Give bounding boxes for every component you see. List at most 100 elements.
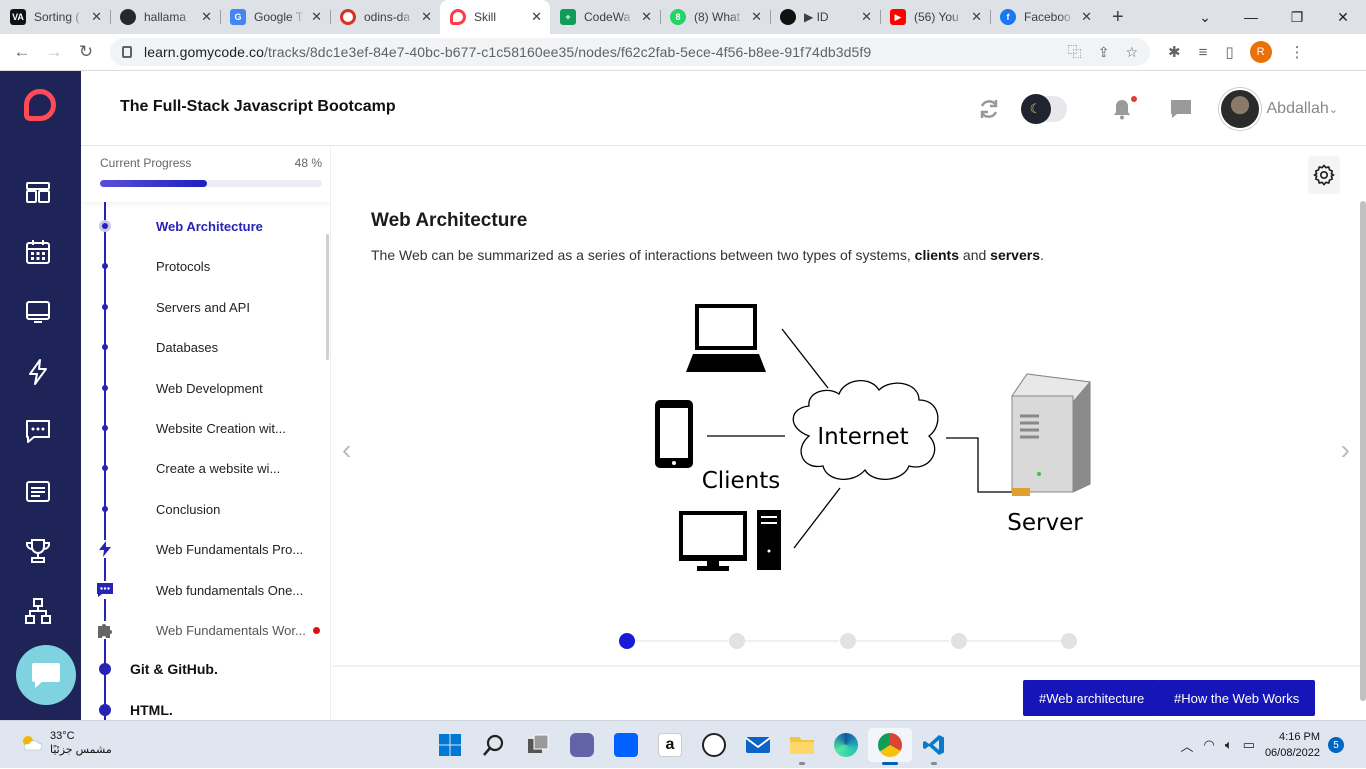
sidebar-item-conclusion[interactable]: Conclusion (81, 489, 321, 529)
reload-icon[interactable]: ↻ (70, 42, 102, 62)
volume-icon[interactable]: 🔈︎ (1225, 737, 1233, 753)
step-5[interactable] (1061, 633, 1077, 649)
step-1[interactable] (619, 633, 635, 649)
lock-icon[interactable] (122, 46, 132, 58)
close-tab-icon[interactable]: ✕ (861, 9, 872, 25)
sidebar-item-website-creation[interactable]: Website Creation wit... (81, 408, 321, 448)
app-button[interactable] (692, 728, 736, 762)
start-button[interactable] (428, 728, 472, 762)
media-controls-icon[interactable]: ≡ (1199, 44, 1208, 61)
sidebar-item-protocols[interactable]: Protocols (81, 246, 321, 286)
support-chat-button[interactable] (16, 645, 76, 705)
close-tab-icon[interactable]: ✕ (1081, 9, 1092, 25)
minimize-button[interactable]: — (1228, 9, 1274, 25)
lightning-icon[interactable] (24, 358, 52, 386)
section-git-github[interactable]: Git & GitHub. (81, 651, 321, 687)
browser-tab[interactable]: VA Sorting ( ✕ (0, 0, 110, 34)
sidebar-scrollbar[interactable] (326, 234, 329, 360)
calendar-icon[interactable] (24, 238, 52, 266)
close-tab-icon[interactable]: ✕ (91, 9, 102, 25)
profile-avatar[interactable]: R (1250, 41, 1272, 63)
url-field[interactable]: learn.gomycode.co/tracks/8dc1e3ef-84e7-4… (110, 38, 1150, 66)
mail-button[interactable] (736, 728, 780, 762)
bookmark-star-icon[interactable]: ☆ (1125, 44, 1138, 61)
forward-icon[interactable]: → (38, 42, 70, 62)
share-icon[interactable]: ⇪ (1098, 44, 1110, 61)
step-2[interactable] (729, 633, 745, 649)
translate-icon[interactable]: ⿻ (1068, 42, 1082, 62)
sidebar-item-web-development[interactable]: Web Development (81, 368, 321, 408)
section-html[interactable]: HTML. (81, 692, 321, 720)
gomycode-logo-icon[interactable] (24, 89, 56, 121)
sidebar-item-databases[interactable]: Databases (81, 327, 321, 367)
step-4[interactable] (951, 633, 967, 649)
refresh-icon[interactable] (977, 97, 1001, 121)
task-view-button[interactable] (516, 728, 560, 762)
chat-icon[interactable] (24, 417, 52, 445)
url-text[interactable]: learn.gomycode.co/tracks/8dc1e3ef-84e7-4… (144, 44, 1052, 60)
sidebar-item-web-fundamentals-one[interactable]: Web fundamentals One... (81, 570, 321, 610)
dropbox-button[interactable] (604, 728, 648, 762)
browser-tab[interactable]: ▶ (56) You ✕ (880, 0, 990, 34)
notifications-button[interactable] (1111, 98, 1133, 120)
browser-tab[interactable]: + CodeWa ✕ (550, 0, 660, 34)
sidebar-item-servers-and-api[interactable]: Servers and API (81, 287, 321, 327)
back-icon[interactable]: ← (6, 42, 38, 62)
clock[interactable]: 4:16 PM 06/08/2022 (1265, 729, 1320, 761)
browser-tab[interactable]: f Faceboo ✕ (990, 0, 1100, 34)
user-menu[interactable]: Abdallah⌄ (1267, 100, 1339, 118)
page-scrollbar[interactable] (1360, 201, 1366, 701)
tab-search-icon[interactable]: ⌄ (1182, 9, 1228, 26)
tag-how-the-web-works[interactable]: #How the Web Works (1158, 680, 1315, 716)
dark-mode-toggle[interactable]: ☾ (1023, 96, 1067, 122)
browser-tab[interactable]: 8 (8) What ✕ (660, 0, 770, 34)
browser-tab[interactable]: ▶ ID ✕ (770, 0, 880, 34)
browser-tab-active[interactable]: Skill ✕ (440, 0, 550, 34)
settings-button[interactable] (1308, 156, 1340, 194)
tracks-icon[interactable] (24, 178, 52, 206)
weather-widget[interactable]: 33°C مشمس جزئيًا (20, 729, 112, 757)
battery-icon[interactable]: ▭ (1243, 737, 1255, 753)
tag-web-architecture[interactable]: #Web architecture (1023, 680, 1160, 716)
sidebar-item-web-architecture[interactable]: Web Architecture (81, 206, 321, 246)
close-tab-icon[interactable]: ✕ (751, 9, 762, 25)
notification-badge[interactable]: 5 (1328, 737, 1344, 753)
messages-icon[interactable] (1169, 98, 1193, 120)
close-tab-icon[interactable]: ✕ (201, 9, 212, 25)
close-tab-icon[interactable]: ✕ (531, 9, 542, 25)
search-button[interactable] (472, 728, 516, 762)
step-3[interactable] (840, 633, 856, 649)
laptop-icon[interactable] (24, 298, 52, 326)
new-tab-button[interactable]: + (1112, 6, 1124, 29)
close-tab-icon[interactable]: ✕ (971, 9, 982, 25)
hierarchy-icon[interactable] (24, 597, 52, 625)
browser-tab[interactable]: odins-da ✕ (330, 0, 440, 34)
previous-slide-arrow[interactable]: ‹ (342, 434, 351, 466)
browser-tab[interactable]: G Google T ✕ (220, 0, 330, 34)
side-panel-icon[interactable]: ▯ (1225, 43, 1233, 61)
next-slide-arrow[interactable]: › (1341, 434, 1350, 466)
sidebar-item-web-fundamentals-project[interactable]: Web Fundamentals Pro... (81, 529, 321, 569)
sidebar-item-web-fundamentals-workshop[interactable]: Web Fundamentals Wor... (81, 610, 321, 650)
moon-icon: ☾ (1021, 94, 1051, 124)
close-tab-icon[interactable]: ✕ (641, 9, 652, 25)
restore-button[interactable]: ❐ (1274, 9, 1320, 26)
chrome-button[interactable] (868, 728, 912, 762)
amazon-button[interactable]: a (648, 728, 692, 762)
avatar[interactable] (1219, 88, 1261, 130)
close-window-button[interactable]: ✕ (1320, 9, 1366, 26)
trophy-icon[interactable] (24, 537, 52, 565)
sidebar-item-create-website[interactable]: Create a website wi... (81, 448, 321, 488)
browser-menu-icon[interactable]: ⋮ (1290, 43, 1305, 61)
file-explorer-button[interactable] (780, 728, 824, 762)
wifi-icon[interactable]: ◠ (1203, 737, 1214, 753)
document-icon[interactable] (24, 477, 52, 505)
vscode-button[interactable] (912, 728, 956, 762)
browser-tab[interactable]: hallama ✕ (110, 0, 220, 34)
edge-button[interactable] (824, 728, 868, 762)
close-tab-icon[interactable]: ✕ (311, 9, 322, 25)
extensions-puzzle-icon[interactable]: ✱ (1168, 43, 1181, 61)
show-hidden-icons-icon[interactable]: ︿ (1180, 736, 1193, 755)
close-tab-icon[interactable]: ✕ (421, 9, 432, 25)
teams-chat-button[interactable] (560, 728, 604, 762)
